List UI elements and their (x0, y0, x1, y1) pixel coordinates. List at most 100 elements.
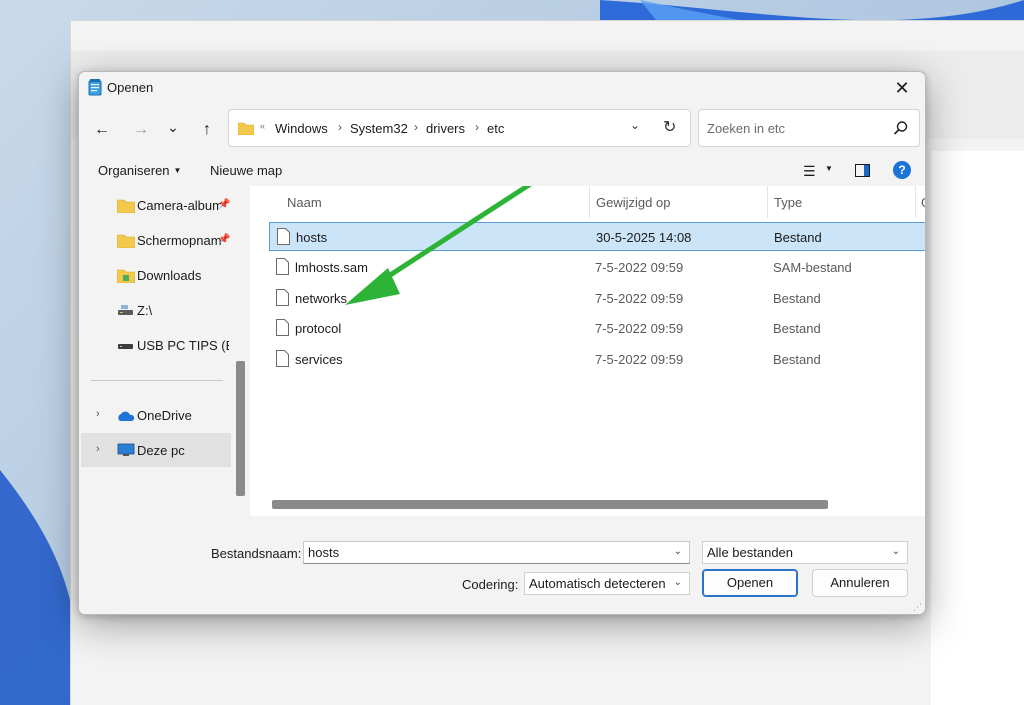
filename-value: hosts (308, 545, 340, 560)
filename-label: Bestandsnaam: (211, 546, 302, 561)
organize-label: Organiseren (98, 163, 170, 178)
file-name: lmhosts.sam (295, 260, 368, 275)
title-bar: Openen ✕ (79, 72, 925, 104)
overflow-chevron-icon: « (260, 121, 266, 131)
column-header-size[interactable]: G (921, 186, 925, 218)
sidebar-item-camera-album[interactable]: Camera-album 📌 (81, 188, 231, 222)
dialog-footer: Bestandsnaam: hosts ⌄ Alle bestanden ⌄ C… (79, 516, 925, 614)
up-button[interactable]: ↑ (195, 118, 219, 142)
breadcrumb-drivers[interactable]: drivers (426, 121, 465, 136)
file-row-lmhosts[interactable]: lmhosts.sam 7-5-2022 09:59 SAM-bestand (269, 253, 925, 282)
back-button[interactable]: ← (90, 118, 114, 142)
encoding-value: Automatisch detecteren (529, 576, 666, 591)
caret-down-icon[interactable]: ▼ (825, 164, 833, 173)
back-arrow-icon: ← (94, 121, 110, 138)
downloads-folder-icon (117, 269, 135, 283)
pin-icon: 📌 (218, 234, 231, 245)
horizontal-scrollbar-thumb[interactable] (272, 500, 828, 509)
folder-icon (238, 122, 254, 135)
help-icon[interactable]: ? (893, 161, 911, 179)
column-divider[interactable] (589, 186, 590, 218)
address-dropdown-chevron-icon[interactable]: ⌄ (630, 118, 640, 132)
file-list: Naam Gewijzigd op Type G hosts 30-5-2025… (250, 186, 925, 516)
file-row-networks[interactable]: networks 7-5-2022 09:59 Bestand (269, 284, 925, 313)
command-bar: Organiseren ▼ Nieuwe map ☰ ▼ ? (79, 154, 925, 186)
file-row-hosts[interactable]: hosts 30-5-2025 14:08 Bestand (269, 222, 925, 251)
sidebar-item-label: Downloads (137, 268, 202, 283)
sidebar-item-label: Deze pc (137, 443, 185, 458)
file-icon (276, 350, 289, 367)
breadcrumb-separator-icon: › (338, 120, 342, 134)
file-name: hosts (296, 230, 328, 245)
sidebar-item-screen-recordings[interactable]: Schermopnames 📌 (81, 223, 231, 257)
file-modified: 7-5-2022 09:59 (595, 321, 684, 336)
chevron-right-icon[interactable]: › (96, 408, 100, 420)
resize-grip-icon[interactable]: ⋰ (913, 602, 922, 613)
open-file-dialog: Openen ✕ ← → ⌄ ↑ « Windows › System32 › … (78, 71, 926, 615)
sidebar-scrollbar-thumb[interactable] (236, 361, 245, 496)
column-divider[interactable] (915, 186, 916, 218)
column-header-type[interactable]: Type (774, 186, 802, 218)
computer-icon (117, 443, 135, 456)
sidebar-item-label: Schermopnames (137, 233, 221, 248)
dialog-title: Openen (107, 80, 154, 95)
navigation-bar: ← → ⌄ ↑ « Windows › System32 › drivers ›… (79, 104, 925, 154)
onedrive-icon (118, 411, 135, 421)
search-placeholder: Zoeken in etc (707, 121, 786, 136)
preview-pane-icon[interactable] (855, 164, 870, 177)
encoding-select[interactable]: Automatisch detecteren ⌄ (524, 572, 690, 595)
navigation-pane: Camera-album 📌 Schermopnames 📌 Downloads… (79, 186, 249, 516)
sidebar-item-usb-drive[interactable]: USB PC TIPS (E:) (81, 328, 231, 362)
view-options-icon[interactable]: ☰ (803, 163, 816, 180)
new-folder-button[interactable]: Nieuwe map (210, 163, 282, 178)
column-divider[interactable] (767, 186, 768, 218)
chevron-down-icon: ⌄ (891, 546, 900, 557)
breadcrumb-etc[interactable]: etc (487, 121, 504, 136)
file-type-filter-select[interactable]: Alle bestanden ⌄ (702, 541, 908, 564)
sidebar-item-downloads[interactable]: Downloads (81, 258, 231, 292)
close-icon: ✕ (894, 77, 910, 98)
cancel-button[interactable]: Annuleren (812, 569, 908, 597)
up-arrow-icon: ↑ (203, 121, 211, 138)
file-type-filter-value: Alle bestanden (707, 545, 794, 560)
file-icon (277, 228, 290, 245)
sidebar-item-label: Z:\ (137, 303, 153, 318)
breadcrumb-system32[interactable]: System32 (350, 121, 408, 136)
breadcrumb-separator-icon: › (414, 120, 418, 134)
organize-menu-button[interactable]: Organiseren ▼ (98, 163, 181, 178)
file-row-services[interactable]: services 7-5-2022 09:59 Bestand (269, 345, 925, 374)
caret-down-icon: ▼ (173, 166, 182, 175)
refresh-icon[interactable]: ↻ (663, 117, 676, 137)
chevron-right-icon[interactable]: › (96, 443, 100, 455)
file-row-protocol[interactable]: protocol 7-5-2022 09:59 Bestand (269, 314, 925, 343)
file-name: services (295, 352, 343, 367)
file-icon (276, 319, 289, 336)
sidebar-item-label: USB PC TIPS (E:) (137, 338, 229, 353)
file-modified: 30-5-2025 14:08 (596, 230, 692, 245)
sidebar-item-onedrive[interactable]: › OneDrive (81, 398, 231, 432)
forward-arrow-icon: → (133, 121, 149, 138)
usb-drive-icon (118, 344, 133, 349)
open-button[interactable]: Openen (702, 569, 798, 597)
sidebar-item-network-drive-z[interactable]: Z:\ (81, 293, 231, 327)
column-header-name[interactable]: Naam (287, 186, 322, 218)
breadcrumb-windows[interactable]: Windows (275, 121, 328, 136)
chevron-down-icon: ⌄ (673, 577, 682, 588)
filename-input[interactable]: hosts ⌄ (303, 541, 690, 564)
file-modified: 7-5-2022 09:59 (595, 260, 684, 275)
folder-icon (117, 234, 135, 248)
file-icon (276, 289, 289, 306)
address-bar[interactable]: « Windows › System32 › drivers › etc ⌄ ↻ (228, 109, 691, 147)
file-modified: 7-5-2022 09:59 (595, 291, 684, 306)
forward-button[interactable]: → (129, 118, 153, 142)
column-header-modified[interactable]: Gewijzigd op (596, 186, 670, 218)
close-button[interactable]: ✕ (879, 72, 925, 104)
chevron-down-icon[interactable]: ⌄ (674, 546, 682, 557)
search-box[interactable]: Zoeken in etc (698, 109, 920, 147)
file-type: Bestand (773, 321, 821, 336)
file-type: SAM-bestand (773, 260, 852, 275)
recent-locations-button[interactable]: ⌄ (161, 118, 185, 142)
sidebar-divider (91, 380, 223, 381)
network-drive-icon (118, 305, 133, 315)
sidebar-item-this-pc[interactable]: › Deze pc (81, 433, 231, 467)
